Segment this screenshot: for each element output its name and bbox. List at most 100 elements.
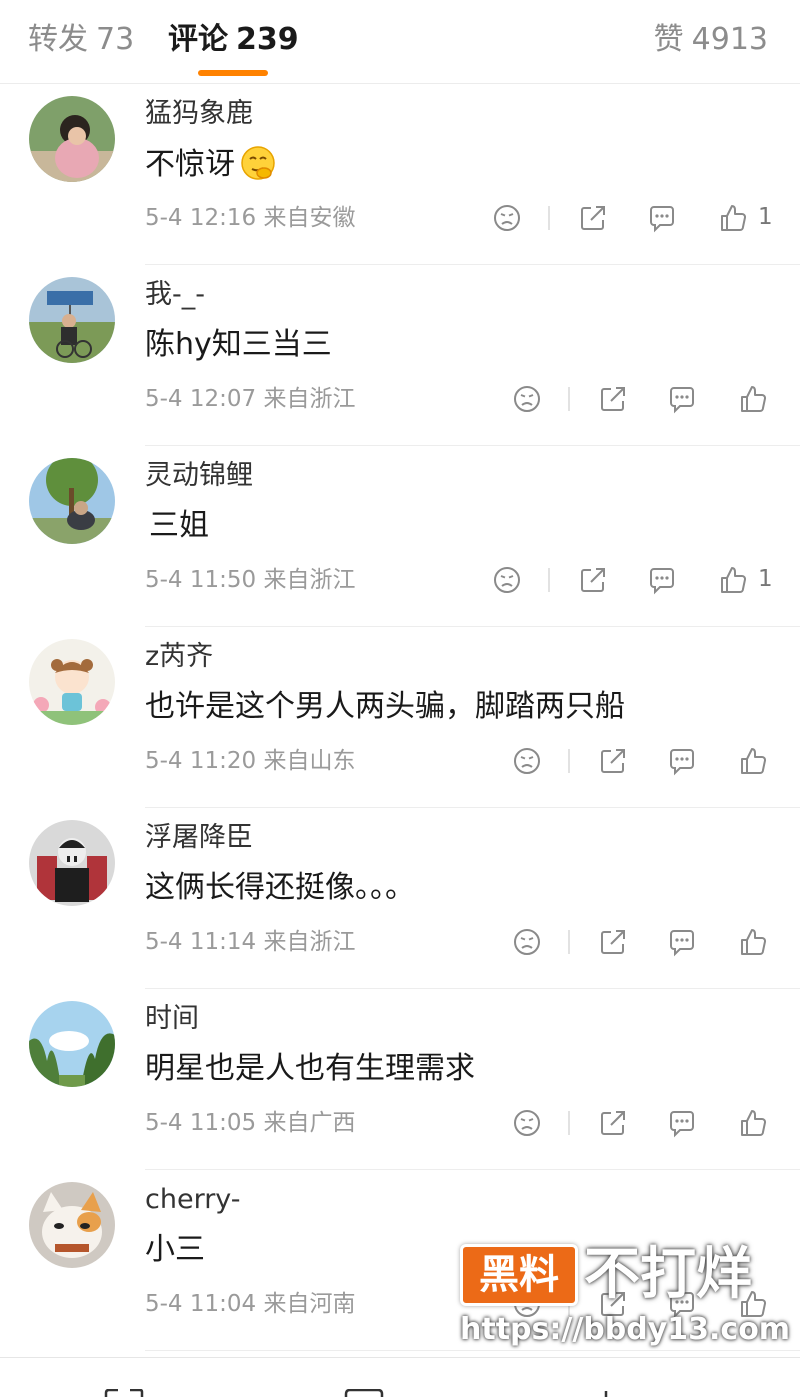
comment-text: 三姐 [149, 508, 209, 543]
comment-text: 陈hy知三当三 [145, 327, 332, 362]
comment-actions [510, 1103, 790, 1143]
comment-text: 这俩长得还挺像。。。 [145, 870, 415, 905]
dislike-icon[interactable] [490, 198, 524, 238]
avatar[interactable] [29, 639, 115, 725]
comment-location: 来自安徽 [263, 205, 356, 231]
dislike-icon[interactable] [510, 1103, 544, 1143]
like-icon[interactable] [736, 379, 770, 419]
comment-time: 5-4 11:05 [145, 1110, 257, 1136]
dislike-icon[interactable] [510, 741, 544, 781]
comment-username[interactable]: z芮齐 [145, 639, 213, 675]
tab-comments-label: 评论 [168, 22, 228, 57]
comment-divider [145, 1350, 800, 1351]
comment-meta: 5-4 12:07 来自浙江 [145, 384, 355, 414]
action-separator [548, 568, 550, 592]
comment-meta: 5-4 11:20 来自山东 [145, 746, 355, 776]
comment-actions [510, 379, 790, 419]
comment-item: 时间 明星也是人也有生理需求 5-4 11:05 来自广西 [0, 989, 800, 1170]
comment-time: 5-4 12:07 [145, 386, 257, 412]
comment-actions: 1 [490, 198, 790, 238]
comment-text: 不惊讶 [145, 144, 277, 185]
active-tab-indicator [198, 70, 268, 76]
comment-actions [510, 741, 790, 781]
comment-time: 5-4 11:50 [145, 567, 257, 593]
like-icon[interactable] [716, 198, 750, 238]
comment-location: 来自浙江 [263, 567, 356, 593]
comment-time: 5-4 12:16 [145, 205, 257, 231]
avatar[interactable] [29, 1182, 115, 1268]
like-icon[interactable] [736, 922, 770, 962]
site-watermark: 黑料 不打烊 https://bbdy13.com [460, 1240, 790, 1350]
comment-icon[interactable] [344, 1386, 384, 1397]
comment-username[interactable]: 浮屠降臣 [145, 820, 253, 856]
comment-username[interactable]: 时间 [145, 1001, 199, 1037]
comment-actions: 1 [490, 560, 790, 600]
like-icon[interactable] [736, 1103, 770, 1143]
comment-item: 我-_- 陈hy知三当三 5-4 12:07 来自浙江 [0, 265, 800, 446]
reply-icon[interactable] [665, 379, 699, 419]
thinking-emoji-icon [241, 146, 275, 180]
reply-icon[interactable] [645, 560, 679, 600]
comment-meta: 5-4 12:16 来自安徽 [145, 203, 355, 233]
action-separator [548, 206, 550, 230]
tab-repost-label: 转发 [28, 22, 88, 57]
avatar[interactable] [29, 277, 115, 363]
watermark-badge: 黑料 [460, 1244, 578, 1306]
share-icon[interactable] [576, 560, 610, 600]
comment-username[interactable]: cherry- [145, 1182, 241, 1218]
comment-text: 明星也是人也有生理需求 [145, 1051, 475, 1086]
comment-item: 灵动锦鲤 三姐 5-4 11:50 来自浙江 1 [0, 446, 800, 627]
avatar[interactable] [29, 1001, 115, 1087]
reply-icon[interactable] [645, 198, 679, 238]
tab-likes-count: 4913 [691, 22, 768, 57]
reply-icon[interactable] [665, 1103, 699, 1143]
comment-tabs: 转发 73 评论 239 赞 4913 [0, 0, 800, 84]
comment-location: 来自山东 [263, 748, 356, 774]
avatar[interactable] [29, 820, 115, 906]
comment-time: 5-4 11:20 [145, 748, 257, 774]
comment-item: 浮屠降臣 这俩长得还挺像。。。 5-4 11:14 来自浙江 [0, 808, 800, 989]
comment-text: 也许是这个男人两头骗，脚踏两只船 [145, 689, 625, 724]
comment-item: z芮齐 也许是这个男人两头骗，脚踏两只船 5-4 11:20 来自山东 [0, 627, 800, 808]
avatar[interactable] [29, 458, 115, 544]
share-icon[interactable] [596, 922, 630, 962]
like-icon[interactable] [586, 1386, 626, 1397]
dislike-icon[interactable] [510, 379, 544, 419]
like-icon[interactable] [716, 560, 750, 600]
share-icon[interactable] [596, 1103, 630, 1143]
like-count: 1 [758, 566, 773, 592]
comment-location: 来自广西 [263, 1110, 356, 1136]
comment-time: 5-4 11:04 [145, 1291, 257, 1317]
bottom-action-bar [0, 1357, 800, 1397]
action-separator [568, 930, 570, 954]
share-icon[interactable] [576, 198, 610, 238]
tab-likes[interactable]: 赞 4913 [654, 20, 768, 60]
comment-username[interactable]: 猛犸象鹿 [145, 96, 253, 132]
watermark-title: 不打烊 [584, 1242, 752, 1307]
comment-location: 来自浙江 [263, 929, 356, 955]
action-separator [568, 387, 570, 411]
share-icon[interactable] [596, 741, 630, 781]
dislike-icon[interactable] [510, 922, 544, 962]
comment-text: 小三 [145, 1232, 205, 1267]
comment-meta: 5-4 11:04 来自河南 [145, 1289, 355, 1319]
reply-icon[interactable] [665, 741, 699, 781]
avatar[interactable] [29, 96, 115, 182]
comment-meta: 5-4 11:05 来自广西 [145, 1108, 355, 1138]
comment-username[interactable]: 我-_- [145, 277, 205, 313]
tab-comments[interactable]: 评论 239 [168, 20, 299, 60]
share-icon[interactable] [596, 379, 630, 419]
comment-actions [510, 922, 790, 962]
comment-username[interactable]: 灵动锦鲤 [145, 458, 253, 494]
comment-location: 来自浙江 [263, 386, 356, 412]
comment-text-content: 不惊讶 [145, 147, 235, 182]
action-separator [568, 1111, 570, 1135]
watermark-url: https://bbdy13.com [460, 1312, 791, 1347]
dislike-icon[interactable] [490, 560, 524, 600]
like-count: 1 [758, 204, 773, 230]
reply-icon[interactable] [665, 922, 699, 962]
like-icon[interactable] [736, 741, 770, 781]
repost-icon[interactable] [104, 1386, 144, 1397]
action-separator [568, 749, 570, 773]
tab-repost[interactable]: 转发 73 [28, 20, 134, 60]
